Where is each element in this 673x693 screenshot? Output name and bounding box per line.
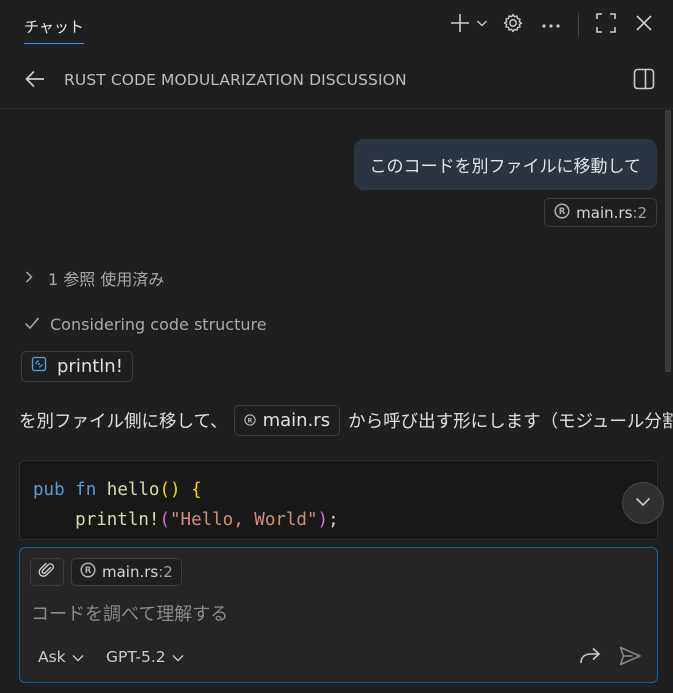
rust-file-icon: R [243,410,256,431]
reference-line: :2 [632,203,647,222]
gear-icon [502,12,524,38]
paperclip-icon [38,561,56,583]
code-block[interactable]: pub fn hello() { println!("Hello, World"… [19,460,658,540]
reference-file-name: main.rs [576,203,633,222]
arrow-left-icon [24,69,46,93]
chat-input-box[interactable]: R main.rs:2 コードを調べて理解する Ask GPT-5.2 [19,547,658,683]
ellipsis-icon [541,18,561,33]
references-toggle[interactable]: 1 参照 使用済み [24,264,164,292]
back-button[interactable] [20,66,50,96]
references-summary: 1 参照 使用済み [48,270,165,289]
inline-file-name: main.rs [262,409,331,431]
thinking-status[interactable]: Considering code structure [24,310,267,338]
toolbar-separator [578,13,579,37]
chat-panel: チャット RUST CODE MODULARIZATION DISCUSSION… [0,0,673,693]
code-token: println! [75,510,160,530]
toggle-panel-button[interactable] [629,66,659,96]
code-token: "Hello, World" [170,510,318,530]
symbol-method-icon [31,356,47,377]
code-token: pub [33,480,65,500]
scroll-down-button[interactable] [622,482,664,524]
chevron-down-icon [635,496,651,511]
close-icon [635,14,653,36]
thinking-status-label: Considering code structure [50,314,267,334]
send-button[interactable] [615,643,645,673]
top-actions [446,10,659,40]
forward-arrow-icon [579,647,601,669]
symbol-chip[interactable]: println! [21,351,133,382]
mode-selector[interactable]: Ask [38,644,84,670]
settings-button[interactable] [498,10,528,40]
attachment-line: :2 [158,563,173,581]
svg-text:R: R [85,566,92,576]
user-reference-chip[interactable]: R main.rs:2 [544,198,657,227]
code-token: fn [75,480,97,500]
conversation-title: RUST CODE MODULARIZATION DISCUSSION [64,71,407,89]
code-token: ; [328,510,339,530]
code-token: () [159,480,181,500]
header-divider [0,108,673,109]
paragraph-text-before: を別ファイル側に移して、 [19,411,228,432]
svg-text:R: R [247,416,252,424]
maximize-button[interactable] [591,10,621,40]
attach-button[interactable] [30,558,64,586]
check-icon [24,315,40,334]
code-token: hello [106,480,160,500]
inline-file-chip[interactable]: R main.rs [233,404,341,436]
user-message: このコードを別ファイルに移動して [353,139,657,190]
send-icon [619,646,641,670]
code-line-2: println!("Hello, World"); [33,510,339,530]
attachment-file-name: main.rs [102,563,159,581]
code-token: ) [317,510,329,530]
tab-chat[interactable]: チャット [24,10,84,44]
delegate-button[interactable] [575,643,605,673]
paragraph-text-after: から呼び出す形にします（モジュール分割）。 [348,411,673,432]
scrollbar-thumb[interactable] [665,110,671,372]
rust-file-icon: R [554,202,570,223]
mode-label: Ask [38,648,66,666]
panel-toggle-icon [633,68,655,94]
symbol-name: println! [57,356,123,377]
conversation-header: RUST CODE MODULARIZATION DISCUSSION [0,56,673,106]
plus-icon [450,13,470,37]
input-attachment-chip[interactable]: R main.rs:2 [71,558,182,586]
chevron-down-icon [476,17,488,33]
chat-input-placeholder[interactable]: コードを調べて理解する [31,600,228,626]
svg-text:R: R [559,207,566,217]
new-chat-button[interactable] [446,13,492,37]
top-bar: チャット [0,0,673,50]
code-token: ( [159,510,170,530]
close-button[interactable] [629,10,659,40]
model-label: GPT-5.2 [106,648,166,666]
maximize-icon [596,13,616,37]
more-button[interactable] [536,10,566,40]
response-paragraph: を別ファイル側に移して、 R main.rs から呼び出す形にします（モジュール… [19,404,673,436]
chevron-down-icon [172,648,184,666]
chevron-right-icon [24,269,34,288]
model-selector[interactable]: GPT-5.2 [106,644,184,670]
code-token: { [191,480,202,500]
code-line-1: pub fn hello() { [33,480,202,500]
chevron-down-icon [72,648,84,666]
rust-file-icon: R [80,562,96,582]
